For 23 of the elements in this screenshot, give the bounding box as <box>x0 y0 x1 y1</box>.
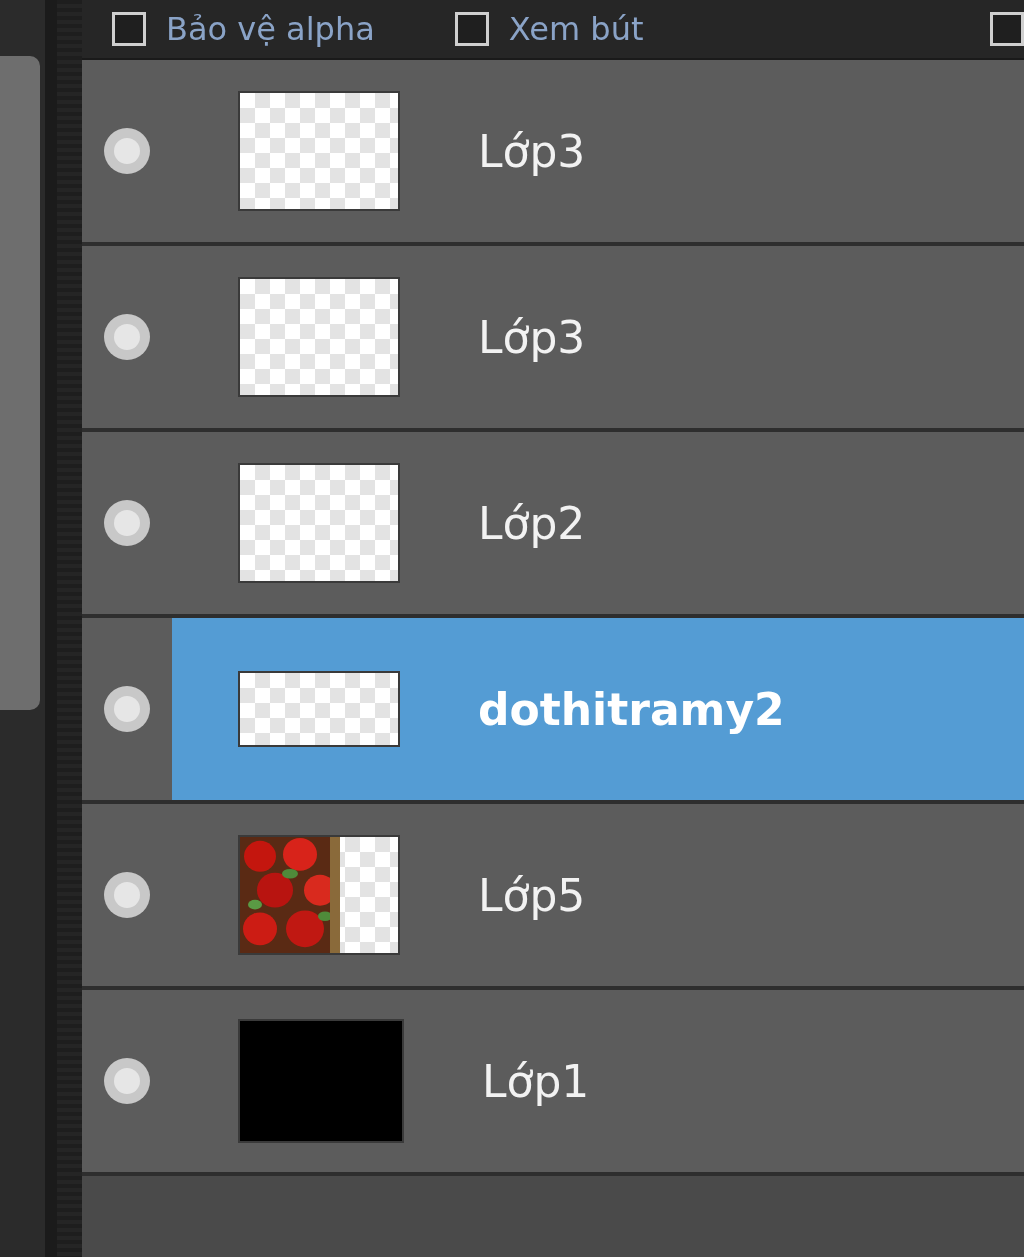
checkbox[interactable] <box>112 12 146 46</box>
layer-row[interactable]: Lớp3 <box>82 246 1024 432</box>
visibility-dot-icon[interactable] <box>103 127 151 175</box>
layer-name: dothitramy2 <box>478 683 785 735</box>
scrollbar-thumb[interactable] <box>0 56 40 710</box>
layer-row[interactable]: Lớp2 <box>82 432 1024 618</box>
visibility-dot-icon[interactable] <box>103 313 151 361</box>
checkbox[interactable] <box>454 12 489 46</box>
checkbox-label: Xem bút <box>508 10 644 48</box>
layer-row[interactable]: Lớp1 <box>82 990 1024 1176</box>
layer-name: Lớp2 <box>478 497 586 549</box>
checkbox-label: Bảo vệ alpha <box>166 10 375 48</box>
layer-row[interactable]: Lớp5 <box>82 804 1024 990</box>
visibility-dot-icon[interactable] <box>103 1057 151 1105</box>
layer-name: Lớp3 <box>478 125 586 177</box>
visibility-dot-icon[interactable] <box>103 499 151 547</box>
visibility-dot-icon[interactable] <box>103 871 151 919</box>
layer-name: Lớp3 <box>478 311 586 363</box>
layer-name: Lớp1 <box>482 1055 590 1107</box>
checkbox[interactable] <box>990 12 1024 46</box>
visibility-dot-icon[interactable] <box>103 685 151 733</box>
layer-row[interactable]: Lớp3 <box>82 60 1024 246</box>
layer-name: Lớp5 <box>478 869 586 921</box>
